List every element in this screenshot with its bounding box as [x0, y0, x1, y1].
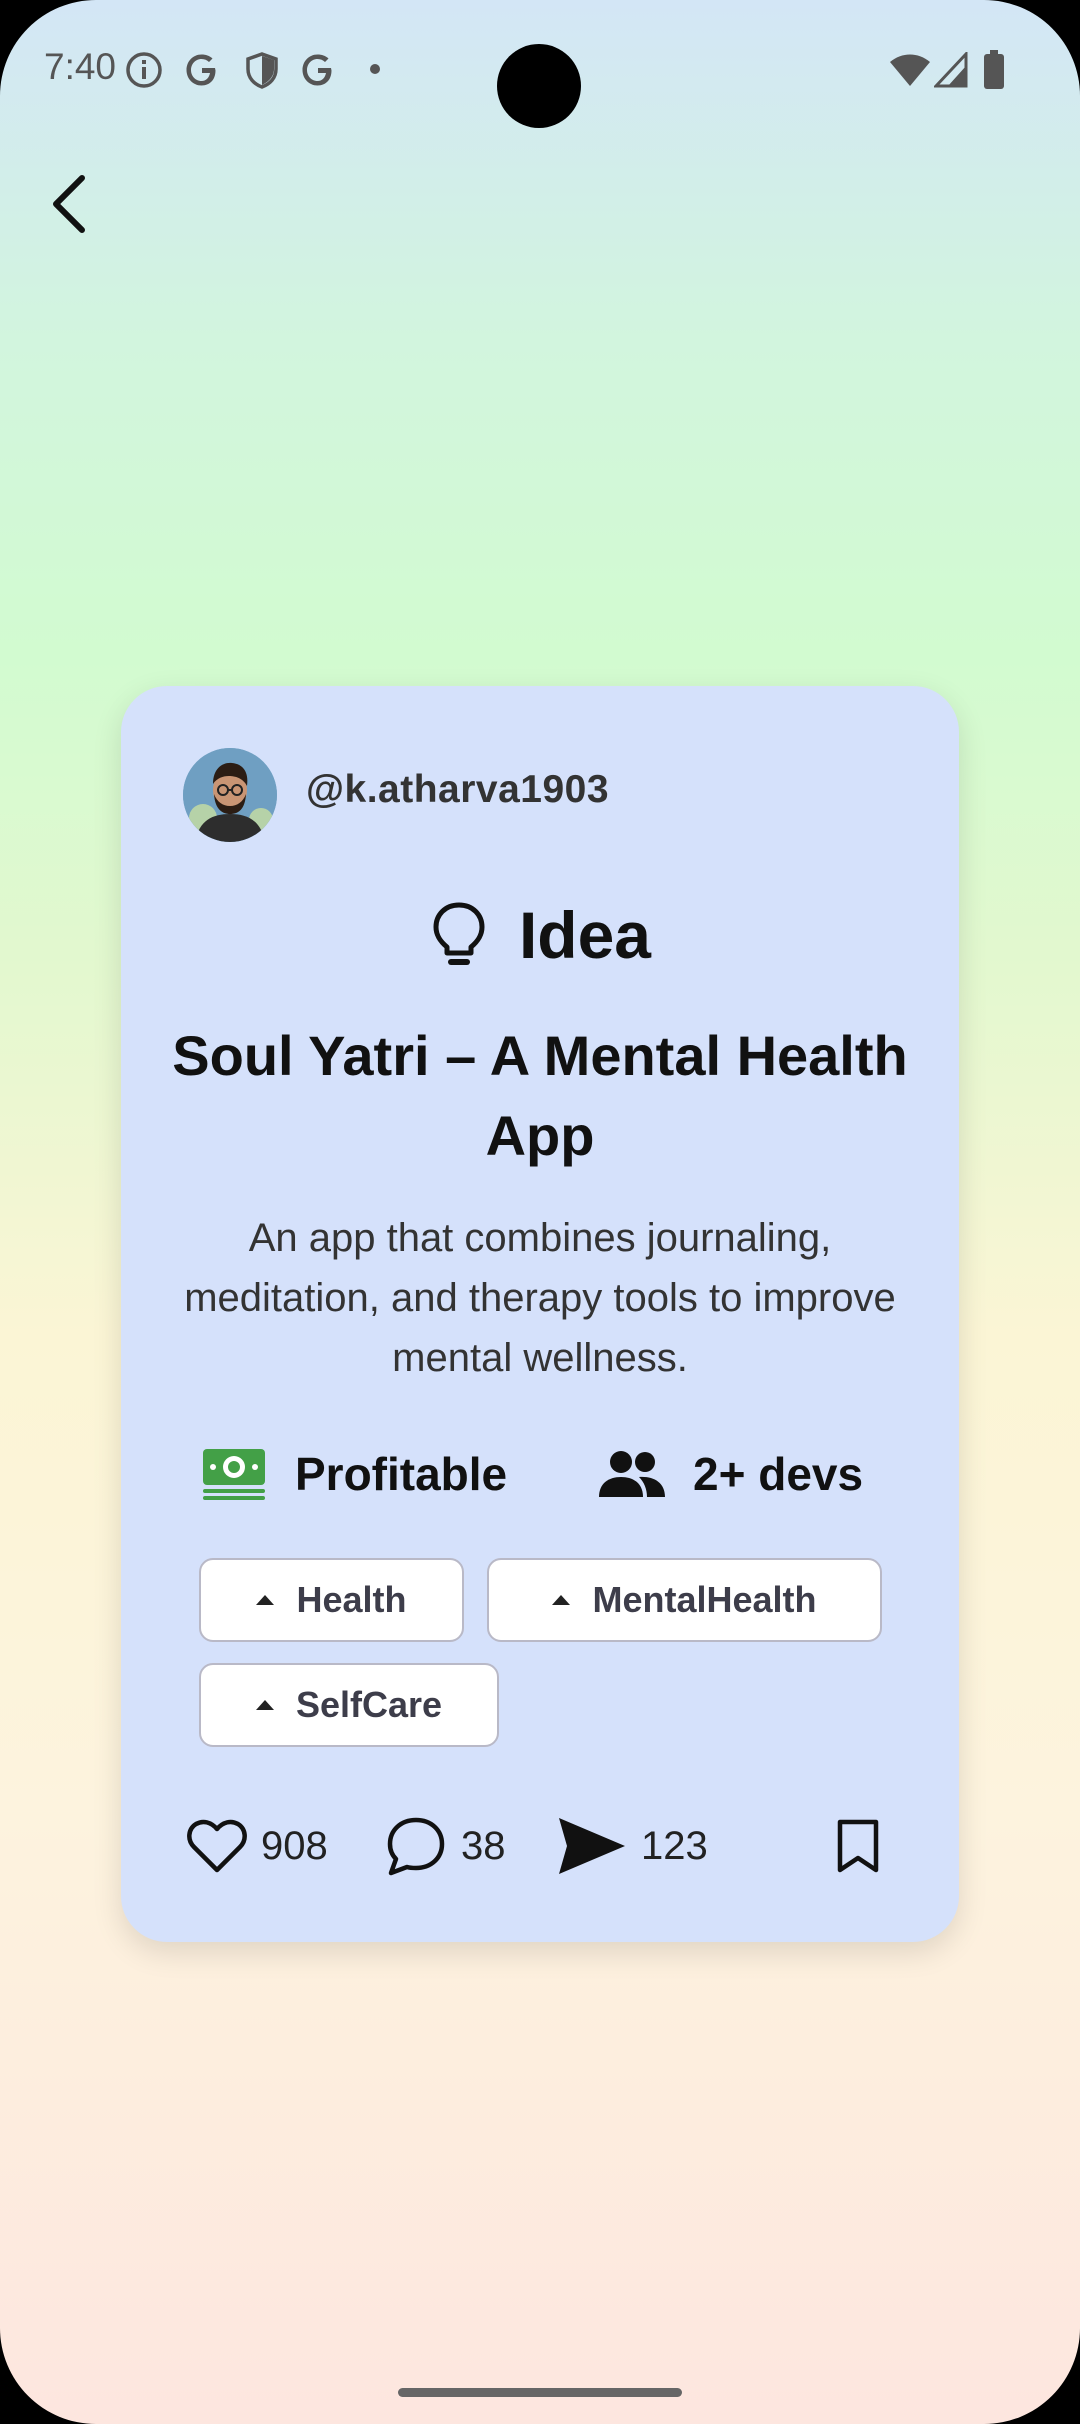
caret-up-icon [552, 1595, 571, 1605]
info-icon [126, 52, 162, 88]
bookmark-button[interactable] [835, 1811, 881, 1881]
tag-label: SelfCare [295, 1684, 443, 1725]
share-button[interactable]: 123 [557, 1811, 708, 1881]
post-card[interactable]: @k.atharva1903 Idea Soul Yatri – A Menta… [121, 686, 959, 1942]
post-title: Soul Yatri – A Mental Health App [172, 1024, 908, 1167]
post-type: Idea [121, 880, 959, 990]
wifi-icon [890, 54, 930, 86]
google-icon [186, 54, 216, 86]
dot-icon [370, 64, 380, 74]
tag-chip-selfcare[interactable]: SelfCare [199, 1663, 499, 1747]
comment-icon [387, 1817, 445, 1876]
money-icon [203, 1449, 265, 1500]
camera-cutout [497, 44, 581, 128]
app-screen: 7:40 @k.atharva1903 Idea Soul Yatri – A … [0, 0, 1080, 2424]
google-icon [302, 54, 332, 86]
share-count: 123 [641, 1823, 708, 1868]
signal-icon [934, 52, 968, 88]
team-size-info: 2+ devs [599, 1434, 863, 1514]
monetization-label: Profitable [295, 1448, 508, 1500]
tag-label: Health [296, 1579, 407, 1620]
user-avatar-image [183, 748, 277, 842]
send-icon [559, 1818, 625, 1874]
comment-count: 38 [461, 1823, 506, 1868]
monetization-info: Profitable [201, 1434, 507, 1514]
like-count: 908 [261, 1823, 328, 1868]
post-description: An app that combines journaling, meditat… [184, 1216, 896, 1380]
avatar[interactable] [183, 748, 277, 842]
group-icon [599, 1451, 665, 1497]
tag-chip-health[interactable]: Health [199, 1558, 464, 1642]
lightbulb-icon [433, 902, 485, 965]
tag-label: MentalHealth [592, 1579, 817, 1620]
comment-button[interactable]: 38 [385, 1811, 506, 1881]
post-meta: Profitable 2+ devs [201, 1434, 921, 1514]
team-size-label: 2+ devs [693, 1448, 864, 1500]
caret-up-icon [255, 1700, 274, 1710]
status-bar: 7:40 [0, 0, 1080, 140]
tag-chip-mentalhealth[interactable]: MentalHealth [487, 1558, 882, 1642]
heart-icon [187, 1819, 247, 1873]
post-type-label: Idea [518, 898, 652, 972]
like-button[interactable]: 908 [187, 1811, 328, 1881]
gesture-home-bar[interactable] [398, 2388, 682, 2397]
battery-icon [984, 50, 1004, 89]
status-time: 7:40 [44, 46, 117, 87]
username[interactable]: @k.atharva1903 [306, 768, 609, 812]
bookmark-icon [837, 1819, 879, 1873]
shield-icon [246, 52, 278, 89]
back-button[interactable] [36, 168, 108, 240]
caret-up-icon [256, 1595, 275, 1605]
